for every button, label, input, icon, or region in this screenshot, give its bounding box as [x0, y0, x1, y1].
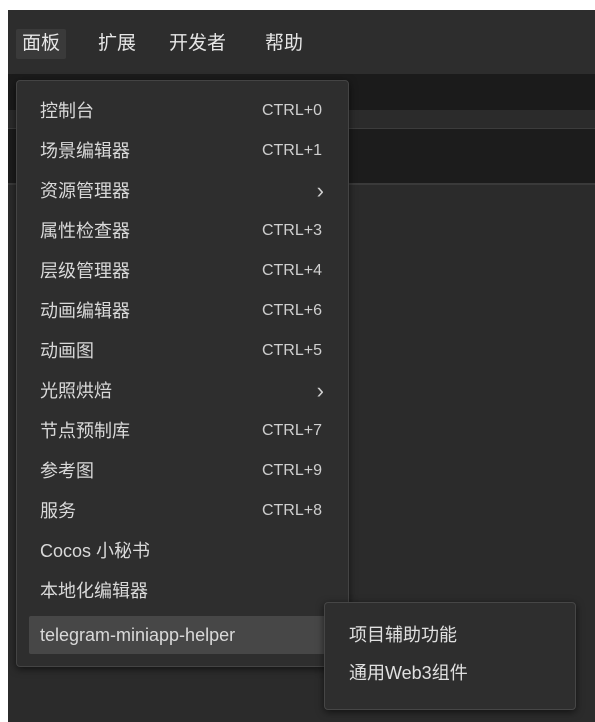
- menu-item-label: 光照烘焙: [40, 381, 112, 401]
- menu-item-reference-image[interactable]: 参考图 CTRL+9: [29, 452, 336, 490]
- menu-item-label: 参考图: [40, 461, 94, 481]
- menu-item-inspector[interactable]: 属性检查器 CTRL+3: [29, 212, 336, 250]
- menu-item-shortcut: CTRL+0: [261, 102, 322, 119]
- menu-item-label: 动画编辑器: [40, 301, 130, 321]
- menu-item-shortcut: CTRL+8: [261, 502, 322, 519]
- menu-item-label: 动画图: [40, 341, 94, 361]
- menu-item-label: 资源管理器: [40, 181, 130, 201]
- menu-item-label: telegram-miniapp-helper: [40, 625, 236, 645]
- menu-item-assets[interactable]: 资源管理器 ›: [29, 172, 336, 210]
- menu-item-label: 控制台: [40, 101, 94, 121]
- menu-item-shortcut: CTRL+6: [261, 302, 322, 319]
- chevron-right-icon: ›: [316, 178, 324, 203]
- menu-item-hierarchy[interactable]: 层级管理器 CTRL+4: [29, 252, 336, 290]
- submenu-item-web3-components[interactable]: 通用Web3组件: [337, 655, 563, 691]
- menubar-extension[interactable]: 扩展: [92, 29, 142, 59]
- menu-item-telegram-miniapp-helper[interactable]: telegram-miniapp-helper ›: [29, 616, 336, 654]
- menubar-panel[interactable]: 面板: [16, 29, 67, 59]
- menu-item-label: 节点预制库: [40, 421, 130, 441]
- menu-item-label: Cocos 小秘书: [40, 541, 151, 561]
- menu-item-scene-editor[interactable]: 场景编辑器 CTRL+1: [29, 132, 336, 170]
- menubar-help[interactable]: 帮助: [259, 29, 309, 59]
- menubar-developer[interactable]: 开发者: [163, 29, 232, 59]
- menu-item-label: 本地化编辑器: [40, 581, 148, 601]
- menu-item-lightmap-baking[interactable]: 光照烘焙 ›: [29, 372, 336, 410]
- menu-item-label: 场景编辑器: [40, 141, 130, 161]
- menu-item-localization-editor[interactable]: 本地化编辑器: [29, 572, 336, 610]
- chevron-right-icon: ›: [316, 378, 324, 403]
- menu-item-shortcut: CTRL+9: [261, 462, 322, 479]
- menu-item-shortcut: CTRL+5: [261, 342, 322, 359]
- submenu-item-project-assist[interactable]: 项目辅助功能: [337, 617, 563, 653]
- panel-menu: 控制台 CTRL+0 场景编辑器 CTRL+1 资源管理器 › 属性检查器 CT…: [16, 80, 349, 667]
- menu-item-shortcut: CTRL+7: [261, 422, 322, 439]
- menu-item-console[interactable]: 控制台 CTRL+0: [29, 92, 336, 130]
- submenu-item-label: 通用Web3组件: [349, 663, 468, 683]
- menu-item-shortcut: CTRL+4: [261, 262, 322, 279]
- menu-item-label: 服务: [40, 501, 76, 521]
- menu-item-services[interactable]: 服务 CTRL+8: [29, 492, 336, 530]
- menu-item-cocos-assistant[interactable]: Cocos 小秘书: [29, 532, 336, 570]
- menu-item-animation-graph[interactable]: 动画图 CTRL+5: [29, 332, 336, 370]
- menu-item-shortcut: CTRL+3: [261, 222, 322, 239]
- submenu-item-label: 项目辅助功能: [349, 625, 457, 645]
- telegram-helper-submenu: 项目辅助功能 通用Web3组件: [324, 602, 576, 710]
- menu-item-node-library[interactable]: 节点预制库 CTRL+7: [29, 412, 336, 450]
- menu-item-animation-editor[interactable]: 动画编辑器 CTRL+6: [29, 292, 336, 330]
- menu-item-label: 层级管理器: [40, 261, 130, 281]
- menu-item-label: 属性检查器: [40, 221, 130, 241]
- menubar: 面板 扩展 开发者 帮助: [8, 10, 595, 74]
- menu-item-shortcut: CTRL+1: [261, 142, 322, 159]
